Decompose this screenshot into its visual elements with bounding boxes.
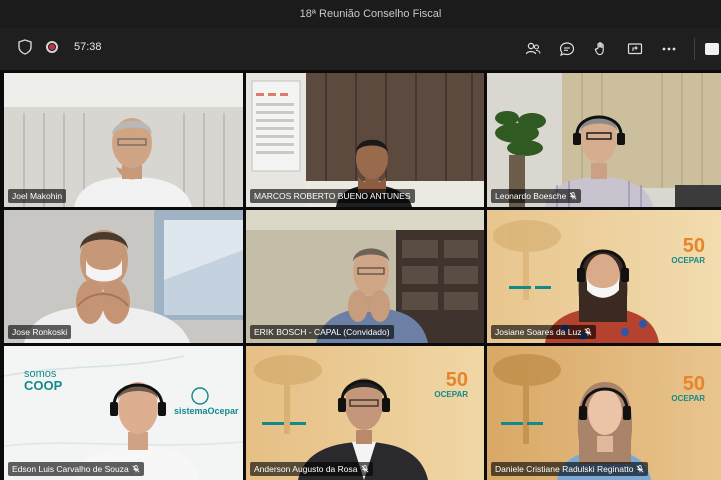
coop-text: COOP [24, 378, 63, 393]
participant-name-tag: Joel Makohin [8, 189, 67, 203]
participant-name-tag: Leonardo Boesche [491, 189, 582, 203]
mic-muted-icon [360, 465, 369, 473]
meeting-timer: 57:38 [74, 41, 102, 53]
participant-video [246, 346, 484, 480]
participant-name: Joel Makohin [12, 191, 63, 201]
participant-name: Jose Ronkoski [12, 327, 68, 337]
video-tile[interactable]: ERIK BOSCH - CAPAL (Convidado) [246, 210, 484, 343]
more-button[interactable] [652, 36, 686, 62]
participant-video [246, 210, 484, 343]
somos-coop-logo: somos COOP [24, 368, 62, 392]
chat-button[interactable] [550, 36, 584, 62]
share-button[interactable] [618, 36, 652, 62]
shield-icon[interactable] [18, 39, 32, 55]
ocepar-50-logo: 50 OCEPAR [671, 374, 705, 403]
participant-name-tag: Josiane Soares da Luz [491, 325, 597, 339]
participant-video [487, 346, 721, 480]
sistema-ocepar-text: sistemaOcepar [174, 406, 239, 416]
mic-muted-icon [132, 465, 140, 473]
participant-name: Daniele Cristiane Radulski Reginatto [495, 464, 634, 474]
ocepar-50-logo: 50 OCEPAR [671, 236, 705, 265]
participant-name-tag: Daniele Cristiane Radulski Reginatto [491, 462, 649, 476]
mic-muted-icon [584, 328, 593, 336]
reactions-icon [594, 42, 604, 56]
video-grid: Joel Makohin MARCOS ROBERTO BUENO ANTUNE… [4, 73, 721, 480]
participants-button[interactable] [516, 36, 550, 62]
participant-name: MARCOS ROBERTO BUENO ANTUNES [254, 191, 411, 201]
participant-name: Leonardo Boesche [495, 191, 567, 201]
participant-name: Anderson Augusto da Rosa [254, 464, 358, 474]
meeting-toolbar: 57:38 [0, 28, 721, 70]
participant-name: Josiane Soares da Luz [495, 327, 582, 337]
ocepar-50-logo: 50 OCEPAR [434, 370, 468, 399]
title-bar: 18ª Reunião Conselho Fiscal [0, 0, 721, 28]
video-tile[interactable]: 50 OCEPAR Anderson Augusto da Rosa [246, 346, 484, 480]
record-icon [46, 41, 58, 53]
ocepar-50-word: OCEPAR [671, 394, 705, 403]
ocepar-50-number: 50 [445, 369, 468, 391]
video-tile[interactable]: somos COOP sistemaOcepar Edson Luis Carv… [4, 346, 243, 480]
participant-name-tag: Edson Luis Carvalho de Souza [8, 462, 144, 476]
participants-icon [525, 42, 541, 55]
video-tile[interactable]: Jose Ronkoski [4, 210, 243, 343]
participant-name-tag: Anderson Augusto da Rosa [250, 462, 373, 476]
chat-icon [559, 42, 575, 56]
participant-name-tag: MARCOS ROBERTO BUENO ANTUNES [250, 189, 415, 203]
participant-video [246, 73, 484, 207]
reactions-button[interactable] [584, 36, 618, 62]
sistema-ocepar-logo: sistemaOcepar [174, 406, 239, 416]
ocepar-50-word: OCEPAR [671, 256, 705, 265]
participant-name-tag: ERIK BOSCH - CAPAL (Convidado) [250, 325, 394, 339]
participant-video [4, 210, 243, 343]
participant-name-tag: Jose Ronkoski [8, 325, 72, 339]
participant-name: Edson Luis Carvalho de Souza [12, 464, 129, 474]
camera-icon[interactable] [705, 43, 719, 55]
video-tile[interactable]: 50 OCEPAR Josiane Soares da Luz [487, 210, 721, 343]
toolbar-separator [694, 38, 695, 60]
video-tile[interactable]: 50 OCEPAR Daniele Cristiane Radulski Reg… [487, 346, 721, 480]
mic-muted-icon [569, 192, 577, 200]
teams-meeting-window: 18ª Reunião Conselho Fiscal 57:38 Joel M… [0, 0, 721, 480]
ocepar-50-word: OCEPAR [434, 390, 468, 399]
participant-video [4, 73, 243, 207]
participant-video [487, 73, 721, 207]
video-tile[interactable]: Joel Makohin [4, 73, 243, 207]
video-tile[interactable]: Leonardo Boesche [487, 73, 721, 207]
participant-name: ERIK BOSCH - CAPAL (Convidado) [254, 327, 390, 337]
mic-muted-icon [636, 465, 644, 473]
ocepar-50-number: 50 [682, 235, 705, 257]
participant-video [487, 210, 721, 343]
share-icon [627, 43, 643, 55]
more-icon [662, 47, 676, 51]
ocepar-50-number: 50 [682, 373, 705, 395]
window-title: 18ª Reunião Conselho Fiscal [299, 8, 442, 20]
video-tile[interactable]: MARCOS ROBERTO BUENO ANTUNES [246, 73, 484, 207]
